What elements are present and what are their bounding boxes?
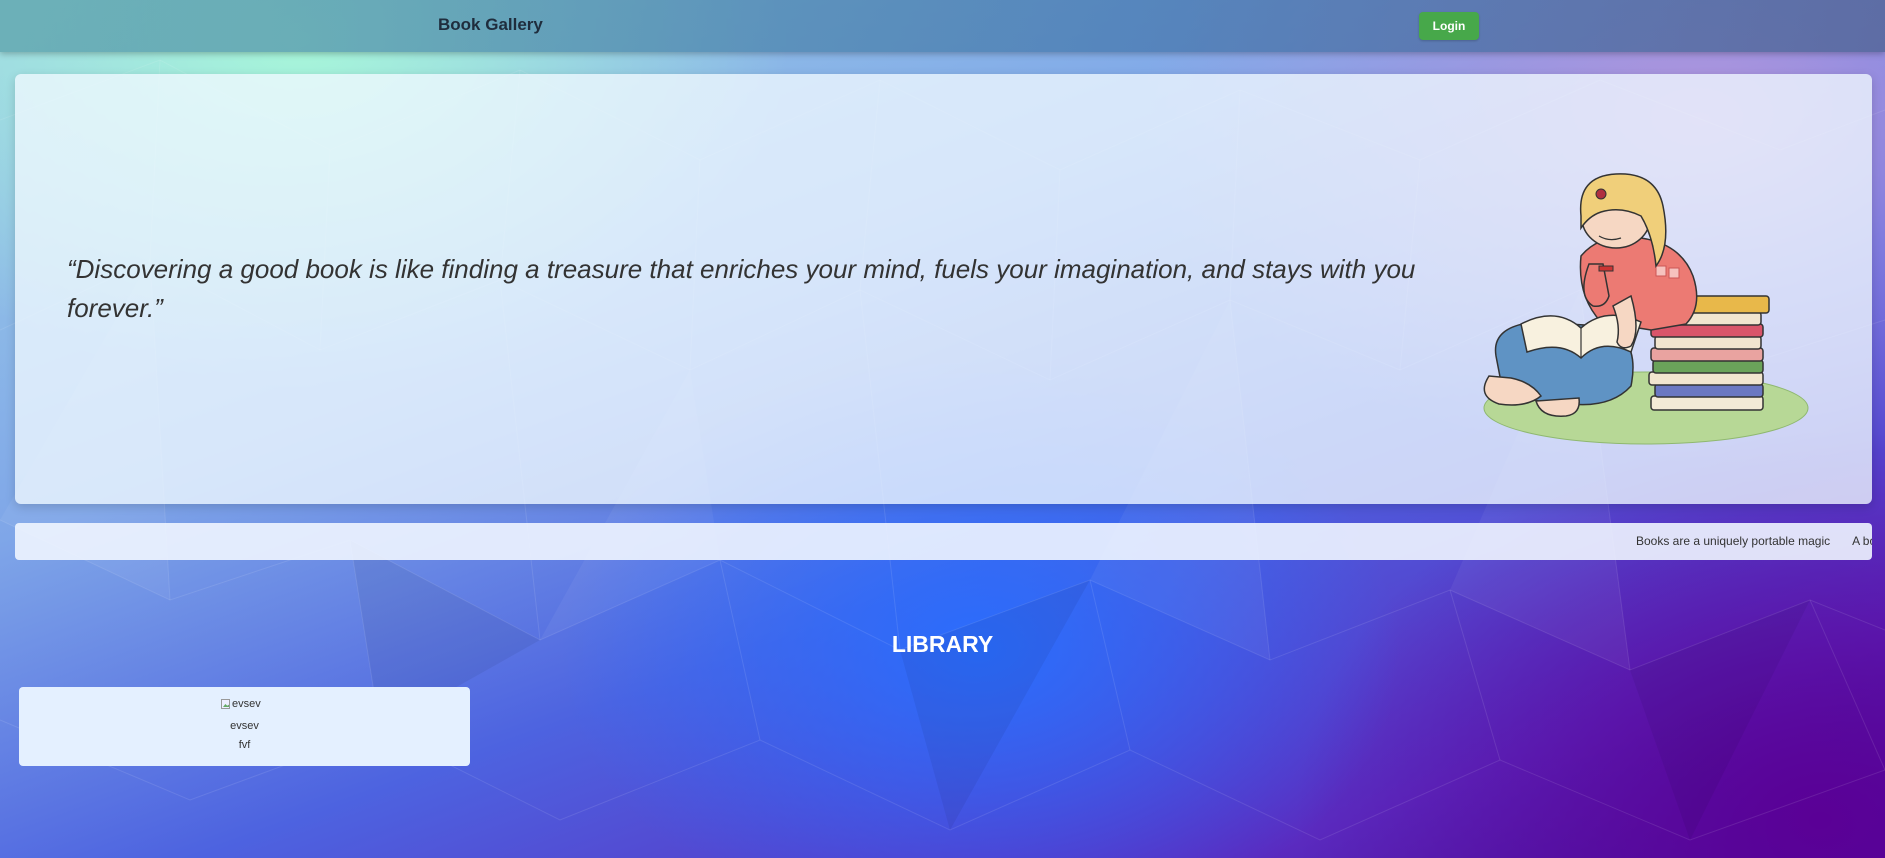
ticker-item: Books are a uniquely portable magic bbox=[1636, 534, 1831, 548]
hero-banner: “Discovering a good book is like finding… bbox=[15, 74, 1872, 504]
book-description: fvf bbox=[238, 739, 251, 751]
navbar: Book Gallery Login bbox=[0, 0, 1885, 52]
login-button[interactable]: Login bbox=[1419, 12, 1479, 40]
hero-quote: “Discovering a good book is like finding… bbox=[67, 254, 1416, 323]
ticker-track: Books are a uniquely portable magic A bo bbox=[1636, 534, 1872, 548]
book-cover-image[interactable]: evsev bbox=[221, 697, 261, 711]
quote-ticker: Books are a uniquely portable magic A bo bbox=[15, 523, 1872, 560]
book-title: evsev bbox=[230, 720, 259, 732]
book-card[interactable]: evsev evsev fvf bbox=[19, 687, 470, 766]
girl-reading-books-illustration bbox=[1483, 173, 1809, 445]
brand-title[interactable]: Book Gallery bbox=[438, 15, 543, 35]
ticker-item: A bo bbox=[1852, 534, 1872, 548]
broken-image-icon bbox=[221, 699, 230, 709]
library-heading: LIBRARY bbox=[891, 631, 994, 657]
book-cover-alt-text: evsev bbox=[232, 698, 261, 710]
